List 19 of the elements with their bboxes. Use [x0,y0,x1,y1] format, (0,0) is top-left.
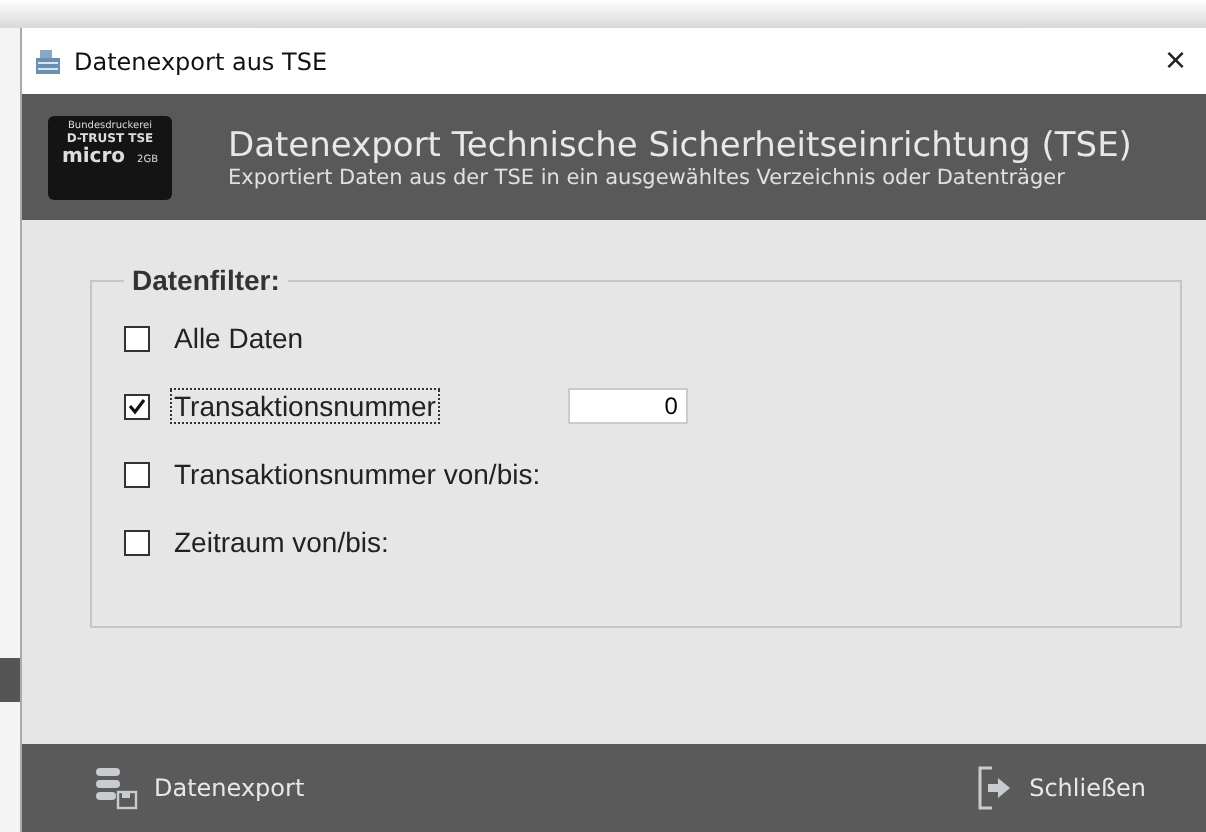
checkbox-label[interactable]: Zeitraum von/bis: [170,524,393,560]
register-icon [34,48,62,74]
checkbox[interactable] [124,325,150,351]
checkbox-label[interactable]: Transaktionsnummer von/bis: [170,456,545,492]
checkbox-label[interactable]: Transaktionsnummer [170,388,440,424]
checkbox-label[interactable]: Alle Daten [170,320,308,356]
database-save-icon [94,766,138,810]
header-subtitle: Exportiert Daten aus der TSE in ein ausgewähltes Verzeichnis oder Datenträger [228,165,1067,189]
checkbox[interactable] [124,393,150,419]
header-title: Datenexport Technische Sicherheitseinrichtung (TSE) [228,125,1132,165]
export-button[interactable]: Datenexport [82,764,317,812]
group-legend: Datenfilter: [124,264,288,296]
checkbox[interactable] [124,461,150,487]
close-button[interactable]: × [1144,40,1206,82]
window-title: Datenexport aus TSE [74,47,328,75]
checkbox[interactable] [124,529,150,555]
exit-icon [977,766,1014,810]
number-field[interactable]: 0 [567,388,688,424]
close-dialog-button[interactable]: Schließen [965,764,1158,812]
